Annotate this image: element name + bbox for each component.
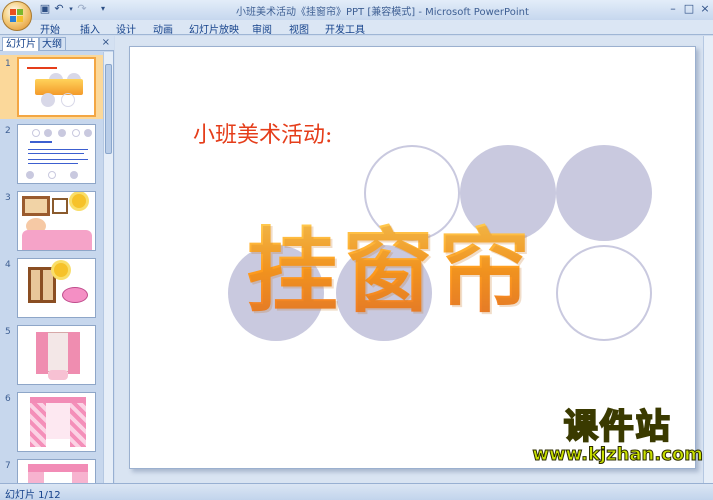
thumbnail-number: 3 xyxy=(5,193,11,203)
thumbnail-preview xyxy=(17,325,96,385)
ribbon-tabs: 开始 插入 设计 动画 幻灯片放映 审阅 视图 开发工具 xyxy=(0,20,713,36)
thumbnail-2[interactable]: 2 xyxy=(0,122,104,186)
thumbnail-3[interactable]: 3 xyxy=(0,189,104,253)
close-window-icon[interactable]: × xyxy=(698,2,712,16)
customize-toolbar-icon[interactable]: ▾ xyxy=(96,2,110,16)
editor-scrollbar[interactable] xyxy=(703,36,713,483)
tab-slides[interactable]: 幻灯片 xyxy=(2,37,40,51)
thumbnail-number: 2 xyxy=(5,126,11,136)
decor-circle xyxy=(556,145,652,241)
thumbnail-4[interactable]: 4 xyxy=(0,256,104,320)
thumbnail-preview xyxy=(17,258,96,318)
slide-subtitle[interactable]: 小班美术活动: xyxy=(193,117,332,149)
thumbnail-list: 1 2 3 4 5 6 7 xyxy=(0,52,104,483)
thumbnail-5[interactable]: 5 xyxy=(0,323,104,387)
maximize-icon[interactable]: □ xyxy=(682,2,696,16)
scrollbar-thumb[interactable] xyxy=(105,64,112,154)
tab-slideshow[interactable]: 幻灯片放映 xyxy=(189,21,239,36)
slide-canvas[interactable]: 小班美术活动: 挂窗帘 xyxy=(129,46,696,469)
slide-counter: 幻灯片 1/12 xyxy=(5,490,61,500)
save-icon[interactable]: ▣ xyxy=(38,2,52,16)
thumbnail-number: 6 xyxy=(5,394,11,404)
decor-circle xyxy=(556,245,652,341)
window-title: 小班美术活动《挂窗帘》PPT [兼容模式] - Microsoft PowerP… xyxy=(236,7,529,18)
thumbnail-6[interactable]: 6 xyxy=(0,390,104,454)
close-icon[interactable]: × xyxy=(102,37,110,48)
tab-design[interactable]: 设计 xyxy=(116,21,136,36)
thumbnail-number: 4 xyxy=(5,260,11,270)
thumbnail-preview xyxy=(17,124,96,184)
title-bar: ▣ ↶ ▾ ↷ ▾ 小班美术活动《挂窗帘》PPT [兼容模式] - Micros… xyxy=(0,0,713,31)
thumbnail-number: 7 xyxy=(5,461,11,471)
watermark: 课件站 www.kjzhan.com xyxy=(532,407,704,465)
status-bar: 幻灯片 1/12 xyxy=(0,483,713,500)
slide-editor: 小班美术活动: 挂窗帘 课件站 www.kjzhan.com xyxy=(115,36,713,483)
thumbnail-preview xyxy=(17,392,96,452)
minimize-icon[interactable]: – xyxy=(666,2,680,16)
watermark-text: 课件站 xyxy=(563,407,672,447)
redo-icon[interactable]: ↷ xyxy=(75,2,89,16)
office-logo-icon xyxy=(10,9,24,23)
thumbnail-number: 5 xyxy=(5,327,11,337)
slides-panel: 幻灯片 大纲 × 1 2 3 4 5 6 7 xyxy=(0,36,114,483)
tab-home[interactable]: 开始 xyxy=(40,21,60,36)
tab-view[interactable]: 视图 xyxy=(289,21,309,36)
office-button[interactable] xyxy=(2,1,32,31)
watermark-url: www.kjzhan.com xyxy=(532,444,704,465)
thumbnail-preview xyxy=(17,191,96,251)
thumbnail-7[interactable]: 7 xyxy=(0,457,104,483)
tab-developer[interactable]: 开发工具 xyxy=(325,21,365,36)
thumbnail-preview xyxy=(17,57,96,117)
thumbnail-1[interactable]: 1 xyxy=(0,55,104,119)
tab-outline[interactable]: 大纲 xyxy=(38,37,66,51)
thumbnail-preview xyxy=(17,459,96,483)
thumbnail-scrollbar[interactable] xyxy=(103,52,113,483)
thumbnail-number: 1 xyxy=(5,59,11,69)
tab-review[interactable]: 审阅 xyxy=(252,21,272,36)
slide-title[interactable]: 挂窗帘 xyxy=(246,197,534,330)
tab-animations[interactable]: 动画 xyxy=(153,21,173,36)
tab-insert[interactable]: 插入 xyxy=(80,21,100,36)
panel-tabs: 幻灯片 大纲 × xyxy=(0,36,114,51)
